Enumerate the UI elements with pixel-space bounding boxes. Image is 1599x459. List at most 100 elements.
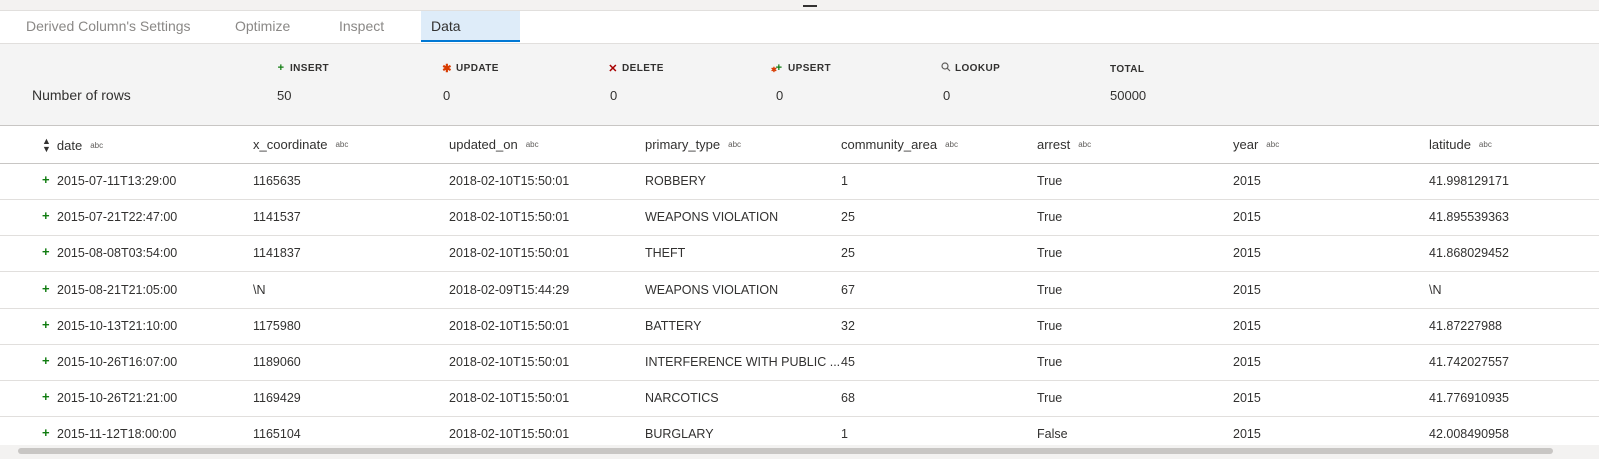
table-cell: 2015: [1233, 427, 1261, 442]
insert-marker-icon: +: [42, 353, 50, 368]
table-cell: 2018-02-10T15:50:01: [449, 210, 570, 225]
update-header: ✱ UPDATE: [441, 62, 499, 75]
table-cell: 2015-10-26T21:21:00: [57, 391, 178, 406]
table-cell: 41.742027557: [1429, 355, 1509, 369]
table-cell: 2018-02-10T15:50:01: [449, 318, 570, 333]
lookup-label: LOOKUP: [955, 63, 1001, 74]
table-cell: 2015-10-13T21:10:00: [57, 318, 178, 333]
update-label: UPDATE: [456, 63, 499, 74]
table-cell: \N: [1429, 282, 1442, 297]
table-cell: 2015-10-26T16:07:00: [57, 355, 178, 369]
string-type-icon: abc: [1078, 140, 1092, 149]
x-icon: ✕: [608, 63, 618, 75]
table-row[interactable]: +2015-07-11T13:29:00 1165635 2018-02-10T15…: [0, 163, 1599, 200]
table-row[interactable]: +2015-11-12T18:00:00 1165104 2018-02-10T15…: [0, 416, 1599, 445]
table-row[interactable]: +2015-10-26T21:21:00 1169429 2018-02-10T15…: [0, 380, 1599, 418]
table-cell: 42.008490958: [1429, 427, 1509, 442]
tab-data-preview[interactable]: Data Preview: [421, 11, 520, 65]
table-cell: True: [1037, 210, 1063, 225]
table-cell: INTERFERENCE WITH PUBLIC ...: [645, 355, 841, 369]
column-header-year[interactable]: year abc: [1233, 137, 1279, 152]
table-cell: 2015-07-21T22:47:00: [57, 210, 178, 225]
column-header-primary-type[interactable]: primary_type abc: [645, 137, 741, 152]
number-of-rows-label: Number of rows: [32, 87, 131, 103]
tab-inspect[interactable]: Inspect: [329, 11, 394, 42]
table-cell: True: [1037, 246, 1063, 261]
string-type-icon: abc: [728, 140, 742, 149]
table-cell: 2015-11-12T18:00:00: [57, 427, 177, 442]
column-header-latitude[interactable]: latitude abc: [1429, 137, 1492, 152]
table-cell: BURGLARY: [645, 427, 714, 442]
tab-bar: Derived Column's Settings Optimize Inspe…: [0, 11, 1599, 65]
string-type-icon: abc: [335, 140, 349, 149]
upsert-label: UPSERT: [788, 62, 831, 74]
resize-grip-icon[interactable]: [803, 5, 817, 7]
total-header: TOTAL: [1110, 64, 1144, 75]
table-cell: 1165635: [253, 174, 301, 188]
table-cell: 2018-02-10T15:50:01: [449, 391, 570, 406]
table-row[interactable]: +2015-07-21T22:47:00 1141537 2018-02-10T15…: [0, 199, 1599, 237]
table-cell: 1165104: [253, 427, 301, 442]
table-cell: 2018-02-10T15:50:01: [449, 355, 570, 369]
table-cell: 1141537: [253, 210, 301, 225]
table-cell: 2015: [1233, 174, 1261, 188]
scrollbar-thumb[interactable]: [18, 448, 1553, 454]
table-cell: 41.87227988: [1429, 318, 1502, 333]
total-label: TOTAL: [1110, 64, 1145, 75]
table-cell: ROBBERY: [645, 174, 706, 188]
table-cell: WEAPONS VIOLATION: [645, 210, 779, 225]
asterisk-icon: ✱: [442, 63, 452, 75]
column-name: updated_on: [449, 137, 518, 152]
delete-label: DELETE: [622, 63, 664, 74]
table-row[interactable]: +2015-10-26T16:07:00 1189060 2018-02-10T15…: [0, 344, 1599, 381]
tab-derived-column-settings[interactable]: Derived Column's Settings: [16, 11, 201, 42]
table-cell: 1175980: [253, 318, 301, 333]
column-header-date[interactable]: ▲ ▼ date abc: [42, 137, 104, 154]
string-type-icon: abc: [945, 140, 959, 149]
insert-count: 50: [277, 88, 292, 103]
column-header-community-area[interactable]: community_area abc: [841, 137, 958, 152]
lookup-header: LOOKUP: [940, 62, 1000, 75]
table-cell: True: [1037, 318, 1063, 333]
sort-icon[interactable]: ▲ ▼: [42, 137, 51, 154]
column-header-x-coordinate[interactable]: x_coordinate abc: [253, 137, 348, 152]
insert-marker-icon: +: [42, 172, 50, 187]
table-cell: 25: [841, 246, 855, 261]
data-preview-grid: ▲ ▼ date abc x_coordinate abc updated_on …: [0, 126, 1599, 445]
table-row[interactable]: +2015-08-08T03:54:00 1141837 2018-02-10T15…: [0, 235, 1599, 273]
table-cell: 41.998129171: [1429, 174, 1509, 188]
insert-marker-icon: +: [42, 280, 50, 296]
table-cell: True: [1037, 282, 1063, 297]
string-type-icon: abc: [90, 140, 104, 150]
column-name: primary_type: [645, 137, 721, 152]
column-name: arrest: [1037, 137, 1071, 152]
table-cell: True: [1037, 174, 1063, 188]
table-cell: 25: [841, 210, 855, 225]
table-cell: 2015: [1233, 246, 1261, 261]
table-cell: 2015-08-08T03:54:00: [57, 246, 178, 261]
upsert-count: 0: [776, 88, 784, 103]
table-cell: 2018-02-10T15:50:01: [449, 246, 570, 261]
insert-marker-icon: +: [42, 425, 50, 441]
table-cell: 2018-02-09T15:44:29: [449, 282, 570, 297]
table-row[interactable]: +2015-10-13T21:10:00 1175980 2018-02-10T15…: [0, 308, 1599, 345]
column-name: date: [56, 137, 83, 153]
table-cell: THEFT: [645, 246, 686, 261]
table-cell: 1: [841, 174, 848, 188]
panel-resize-bar[interactable]: [0, 0, 1599, 11]
string-type-icon: abc: [1266, 140, 1280, 149]
column-name: x_coordinate: [253, 137, 328, 152]
horizontal-scrollbar[interactable]: [0, 445, 1599, 459]
table-cell: 2015: [1233, 282, 1261, 297]
insert-label: INSERT: [290, 62, 330, 74]
table-row[interactable]: +2015-08-21T21:05:00 \N 2018-02-09T15:44:2…: [0, 272, 1599, 309]
table-cell: False: [1037, 427, 1068, 442]
column-header-updated-on[interactable]: updated_on abc: [449, 137, 539, 152]
table-cell: BATTERY: [645, 318, 702, 333]
table-cell: 1141837: [253, 246, 301, 261]
column-header-arrest[interactable]: arrest abc: [1037, 137, 1091, 152]
table-cell: 68: [841, 391, 855, 406]
table-cell: 2015: [1233, 391, 1261, 406]
table-cell: True: [1037, 391, 1063, 406]
tab-optimize[interactable]: Optimize: [225, 11, 300, 42]
